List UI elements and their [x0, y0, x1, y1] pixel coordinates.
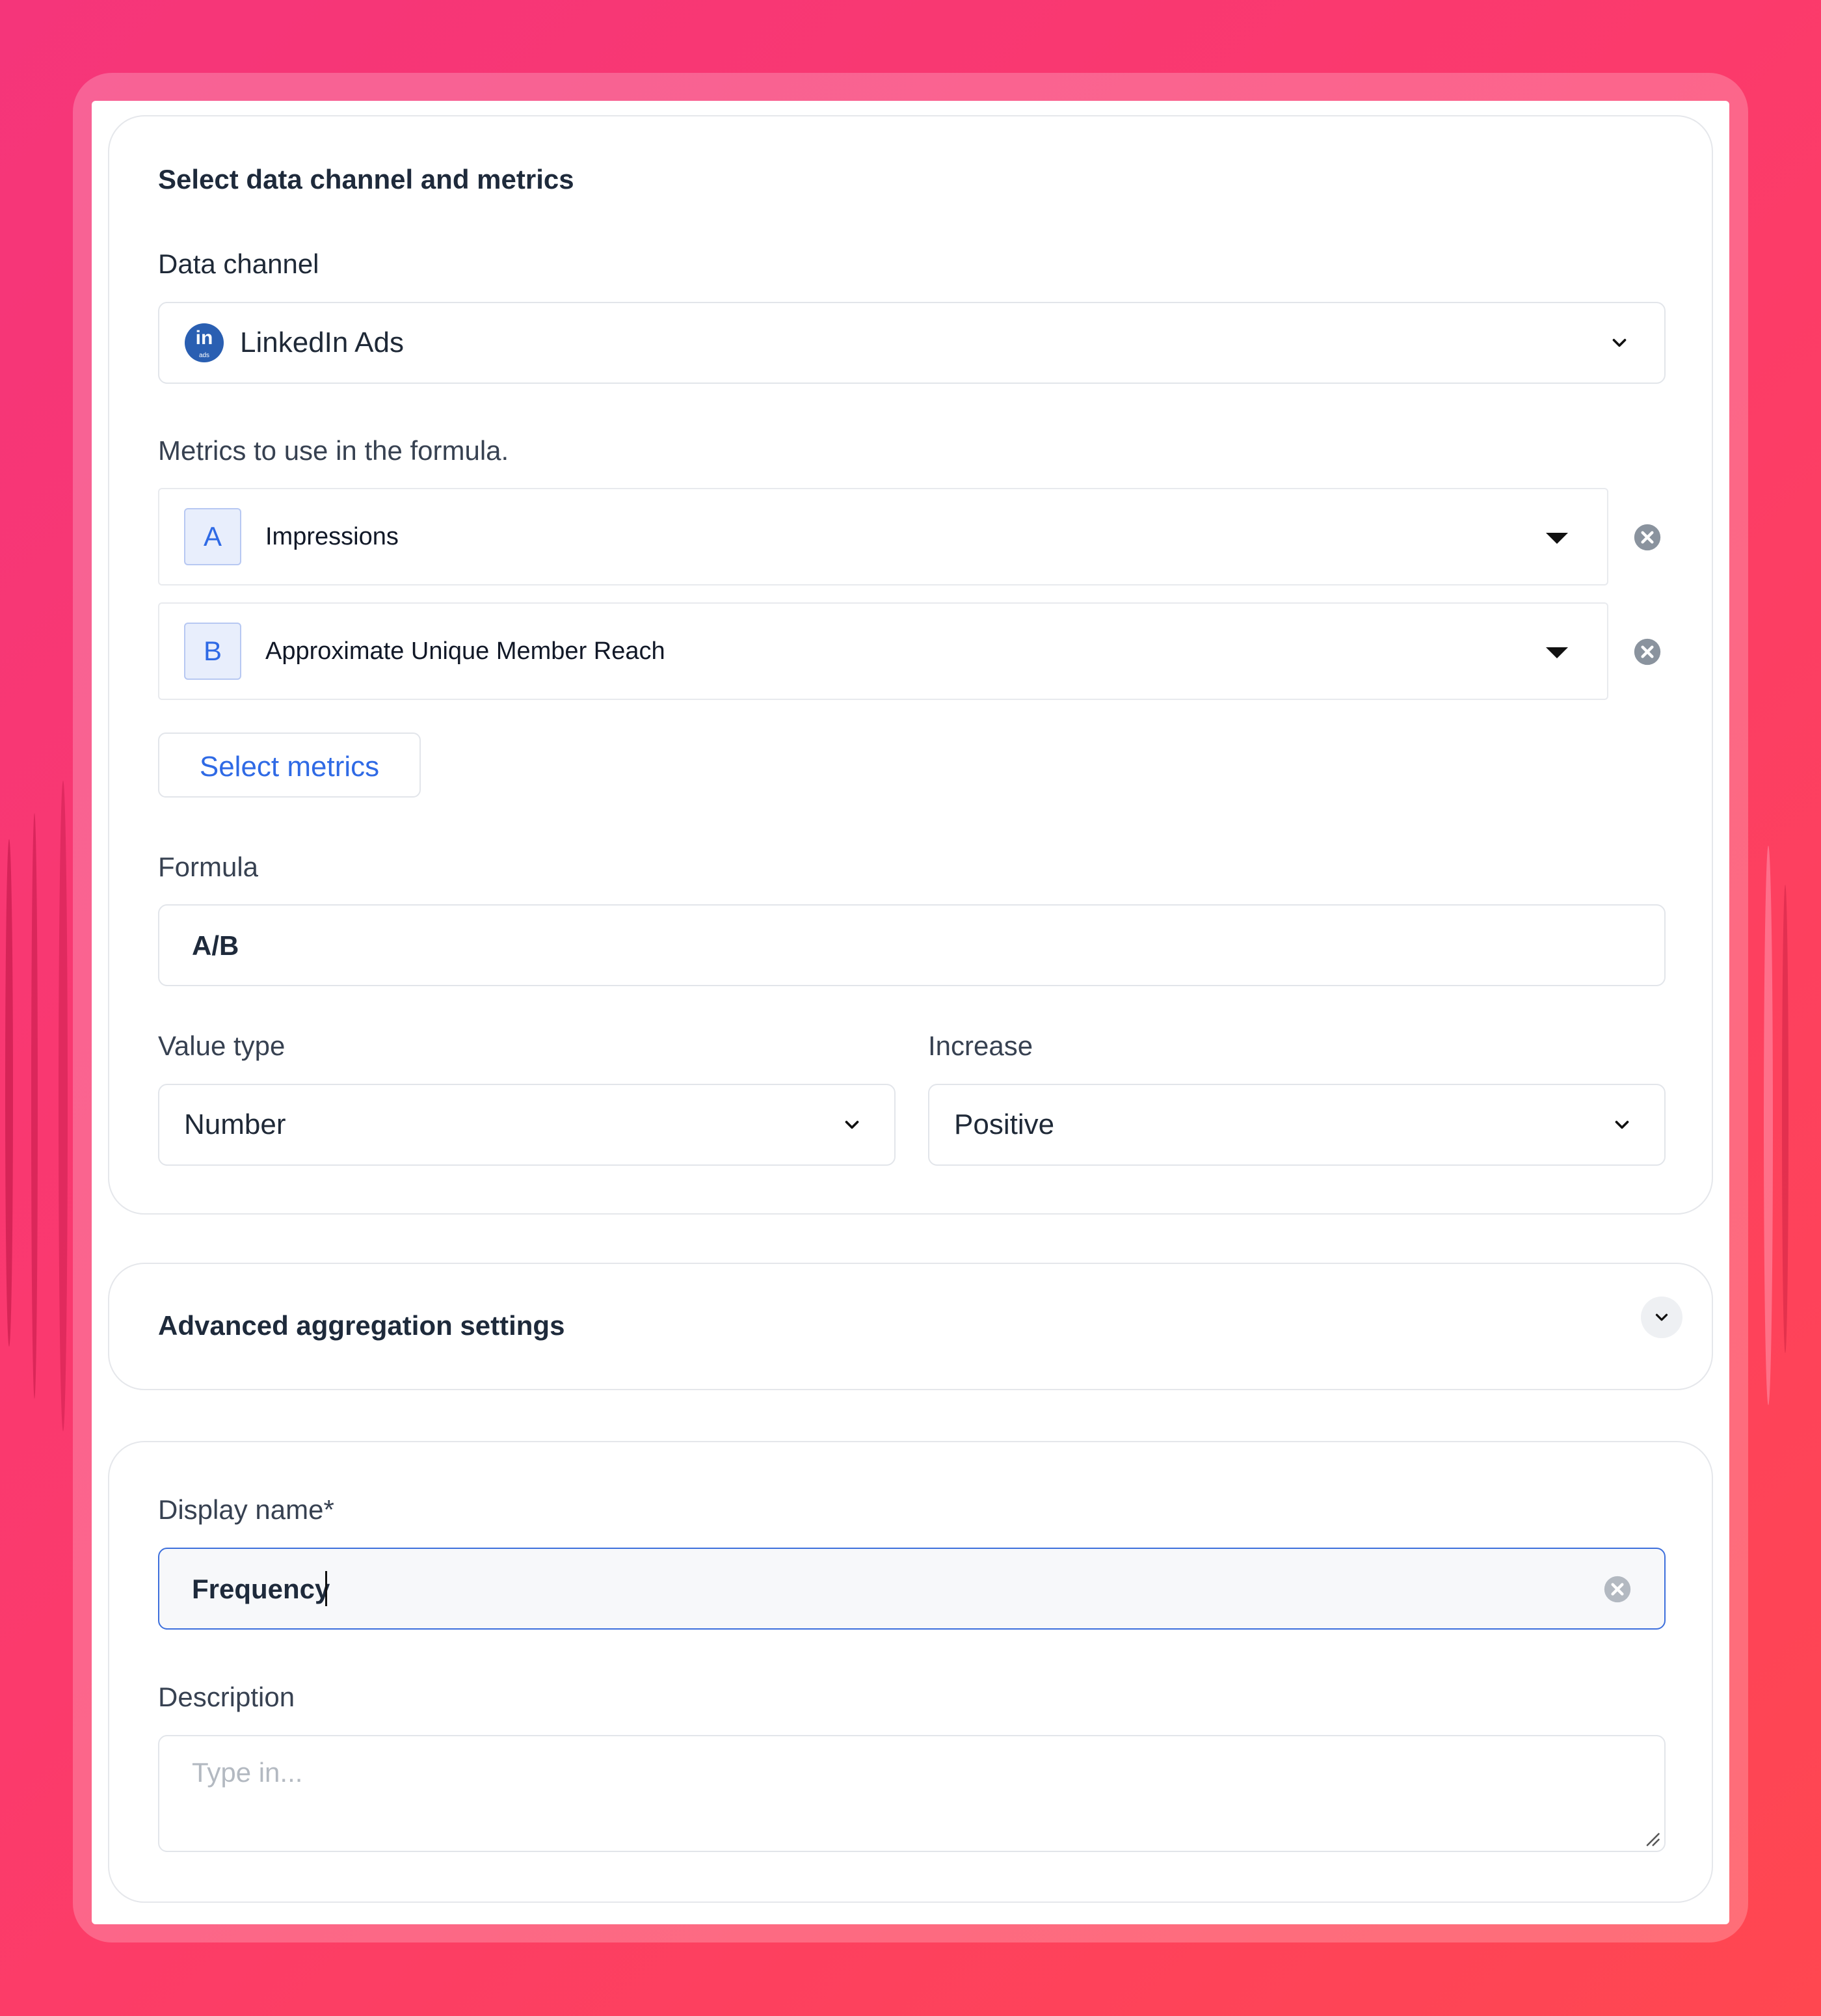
advanced-aggregation-card[interactable]: Advanced aggregation settings	[108, 1263, 1713, 1390]
data-channel-value: LinkedIn Ads	[240, 327, 404, 358]
formula-input[interactable]: A/B	[158, 904, 1666, 986]
metrics-label: Metrics to use in the formula.	[158, 435, 509, 466]
remove-metric-icon[interactable]	[1633, 638, 1662, 666]
select-metrics-label: Select metrics	[199, 751, 380, 783]
increase-select[interactable]: Positive	[928, 1084, 1666, 1166]
value-type-value: Number	[184, 1109, 286, 1140]
value-type-label: Value type	[158, 1030, 286, 1061]
background-streak	[5, 839, 13, 1347]
metric-letter-badge: B	[184, 623, 241, 680]
advanced-aggregation-title: Advanced aggregation settings	[158, 1310, 565, 1341]
text-cursor	[325, 1571, 327, 1606]
remove-metric-icon[interactable]	[1633, 523, 1662, 552]
description-label: Description	[158, 1682, 295, 1712]
data-channel-select[interactable]: in ads LinkedIn Ads	[158, 302, 1666, 384]
metric-name: Approximate Unique Member Reach	[265, 638, 665, 665]
display-name-label: Display name*	[158, 1494, 334, 1525]
chevron-down-icon	[1612, 338, 1627, 347]
caret-down-icon	[1546, 533, 1568, 544]
value-type-select[interactable]: Number	[158, 1084, 896, 1166]
display-name-value: Frequency	[192, 1574, 330, 1604]
chevron-down-icon	[845, 1120, 859, 1129]
clear-input-icon[interactable]	[1603, 1575, 1632, 1604]
display-name-input[interactable]: Frequency	[158, 1548, 1666, 1630]
metric-row-a[interactable]: A Impressions	[158, 488, 1608, 585]
background-streak	[31, 813, 38, 1399]
resize-handle-icon[interactable]	[1641, 1827, 1660, 1847]
expand-toggle[interactable]	[1641, 1297, 1682, 1338]
caret-down-icon	[1546, 647, 1568, 658]
metrics-card: Select data channel and metrics Data cha…	[108, 115, 1713, 1215]
background-streak	[1764, 846, 1773, 1405]
form-panel: Select data channel and metrics Data cha…	[92, 101, 1729, 1924]
linkedin-ads-logo-icon: in ads	[185, 323, 224, 362]
metric-name: Impressions	[265, 523, 399, 550]
chevron-down-icon	[1615, 1120, 1629, 1129]
details-card: Display name* Frequency Description Type…	[108, 1441, 1713, 1903]
formula-label: Formula	[158, 852, 259, 882]
section-title: Select data channel and metrics	[158, 164, 574, 195]
chevron-down-icon	[1655, 1313, 1668, 1321]
background-streak	[59, 781, 68, 1431]
data-channel-label: Data channel	[158, 249, 319, 279]
description-placeholder: Type in...	[192, 1757, 303, 1788]
metric-row-b[interactable]: B Approximate Unique Member Reach	[158, 602, 1608, 700]
increase-value: Positive	[954, 1109, 1055, 1140]
formula-value: A/B	[192, 930, 239, 961]
background-streak	[1782, 885, 1788, 1353]
increase-label: Increase	[928, 1030, 1033, 1061]
metric-letter-badge: A	[184, 508, 241, 565]
select-metrics-button[interactable]: Select metrics	[158, 732, 421, 798]
description-textarea[interactable]: Type in...	[158, 1735, 1666, 1852]
